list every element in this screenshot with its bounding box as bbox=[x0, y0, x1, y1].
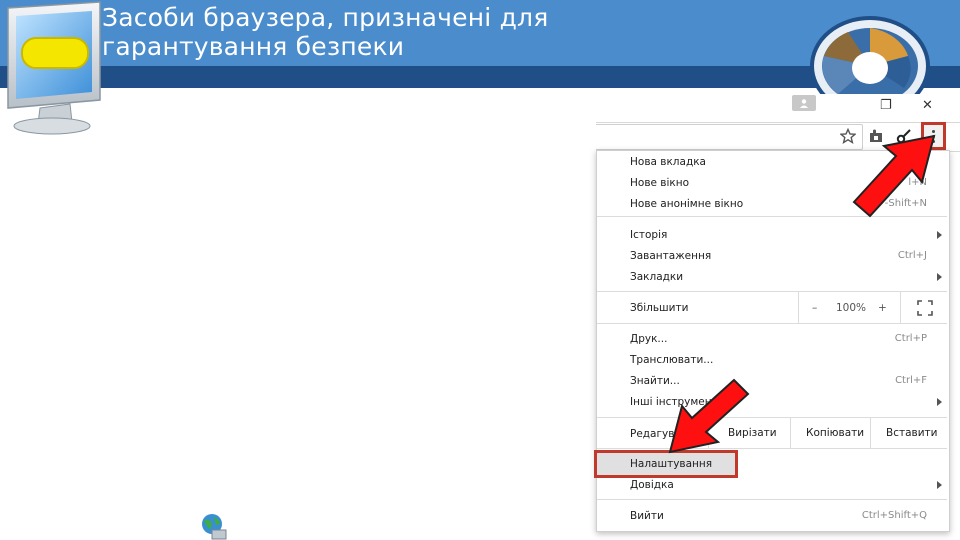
shortcut-find: Ctrl+F bbox=[895, 375, 927, 386]
globe-network-icon bbox=[202, 514, 227, 540]
shortcut-print: Ctrl+P bbox=[894, 333, 927, 344]
copy-button[interactable]: Копіювати bbox=[806, 426, 864, 440]
submenu-arrow-icon bbox=[937, 398, 942, 406]
submenu-arrow-icon bbox=[937, 231, 942, 239]
restore-icon[interactable]: ❐ bbox=[880, 98, 892, 113]
paste-button[interactable]: Вставити bbox=[886, 426, 937, 440]
menu-separator bbox=[597, 323, 947, 324]
red-arrow-bottom bbox=[668, 378, 750, 454]
shortcut-exit: Ctrl+Shift+Q bbox=[861, 510, 927, 521]
menu-item-history[interactable]: Історія bbox=[630, 228, 667, 242]
menu-item-bookmarks[interactable]: Закладки bbox=[630, 270, 683, 284]
submenu-arrow-icon bbox=[937, 481, 942, 489]
zoom-level: 100% bbox=[836, 302, 867, 314]
menu-item-zoom: Збільшити bbox=[630, 302, 689, 314]
menu-item-help[interactable]: Довідка bbox=[630, 478, 674, 492]
menu-item-new-window[interactable]: Нове вікно bbox=[630, 176, 689, 190]
close-icon[interactable]: ✕ bbox=[922, 98, 933, 113]
menu-item-print[interactable]: Друк... bbox=[630, 332, 667, 346]
menu-item-new-tab[interactable]: Нова вкладка bbox=[630, 155, 706, 169]
red-arrow-top bbox=[852, 134, 936, 218]
shortcut-downloads: Ctrl+J bbox=[897, 250, 927, 261]
menu-item-downloads[interactable]: Завантаження bbox=[630, 249, 711, 263]
menu-separator bbox=[597, 499, 947, 500]
address-bar[interactable] bbox=[596, 124, 863, 150]
fullscreen-icon bbox=[917, 300, 933, 316]
slide-title: Засоби браузера, призначені для гарантув… bbox=[102, 3, 549, 61]
menu-separator bbox=[597, 448, 947, 449]
profile-icon bbox=[800, 99, 808, 108]
menu-item-incognito[interactable]: Нове анонімне вікно bbox=[630, 197, 743, 211]
zoom-plus-button[interactable]: + bbox=[878, 301, 887, 315]
monitor-icon bbox=[7, 1, 101, 135]
zoom-minus-button[interactable]: – bbox=[812, 301, 817, 315]
menu-item-exit[interactable]: Вийти bbox=[630, 509, 664, 523]
browser-title-bar bbox=[596, 94, 960, 120]
submenu-arrow-icon bbox=[937, 273, 942, 281]
menu-item-cast[interactable]: Транслювати... bbox=[630, 353, 713, 367]
profile-button[interactable] bbox=[792, 95, 816, 111]
